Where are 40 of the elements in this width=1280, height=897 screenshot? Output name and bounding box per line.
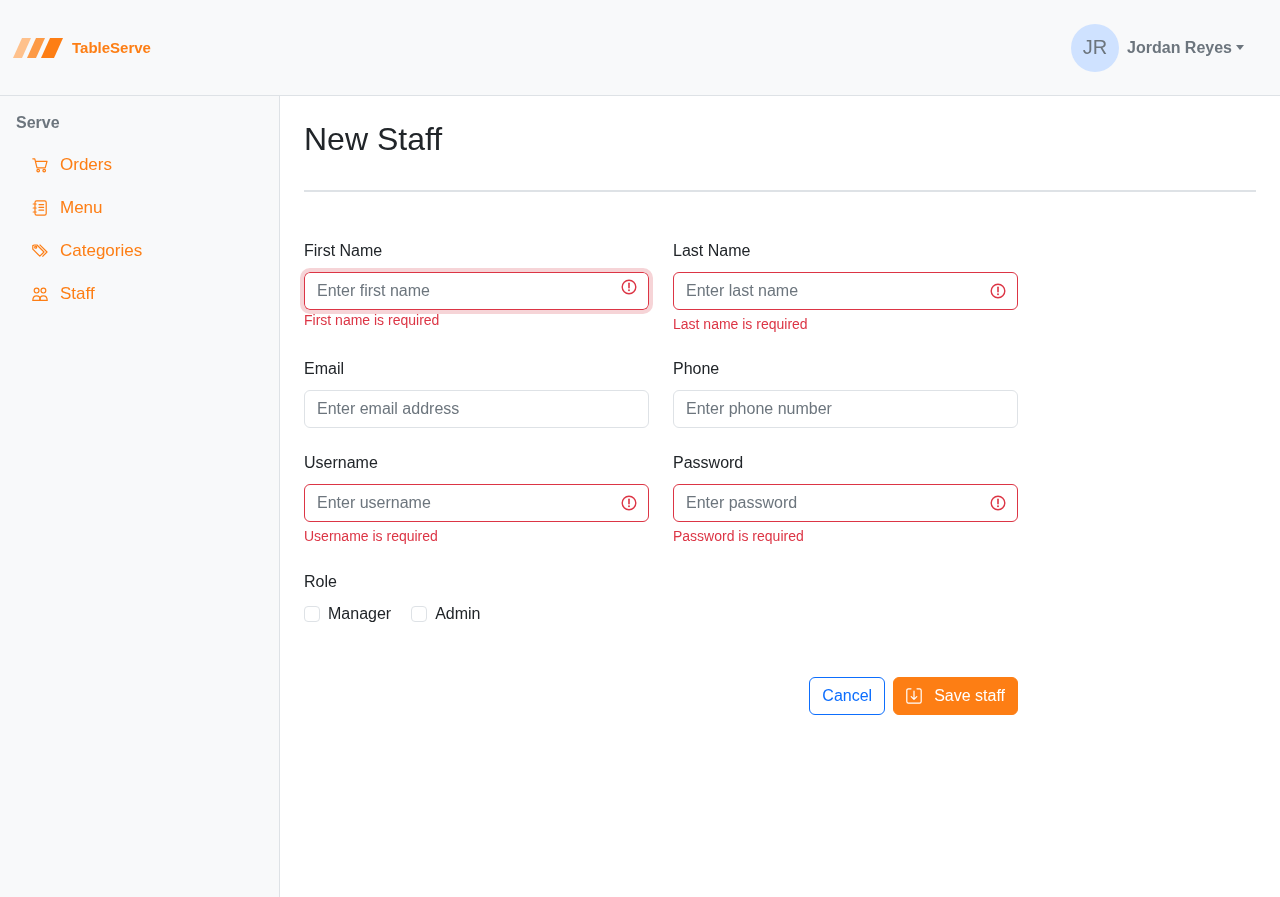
alert-icon xyxy=(621,495,637,511)
page-title: New Staff xyxy=(304,120,444,158)
user-menu-button[interactable]: Jordan Reyes xyxy=(1127,34,1244,61)
sidebar-heading: Serve xyxy=(16,113,60,133)
alert-icon xyxy=(621,279,637,295)
checkbox[interactable] xyxy=(304,606,320,622)
cancel-button[interactable]: Cancel xyxy=(809,677,886,715)
field-label: Password xyxy=(673,453,745,473)
caret-icon xyxy=(1236,45,1244,50)
input-field[interactable]: Enter password xyxy=(673,484,1018,522)
checkbox[interactable] xyxy=(411,606,428,622)
avatar: JR xyxy=(1071,23,1120,72)
sidebar-link[interactable]: Categories xyxy=(32,229,143,272)
sidebar-link[interactable]: Staff xyxy=(32,272,95,315)
logo-icon xyxy=(13,37,63,58)
alert-icon xyxy=(990,283,1006,299)
error-message: Last name is required xyxy=(673,315,809,334)
error-message: Username is required xyxy=(304,527,439,546)
field-label: Username xyxy=(304,453,379,473)
field-label: First Name xyxy=(304,241,384,261)
alert-icon xyxy=(990,495,1006,511)
input-field[interactable]: Enter last name xyxy=(673,272,1018,310)
field-label: Last Name xyxy=(673,241,752,261)
brand-name: TableServe xyxy=(72,39,151,56)
error-message: First name is required xyxy=(304,311,441,330)
error-message: Password is required xyxy=(673,527,805,546)
sidebar-link[interactable]: Orders xyxy=(32,143,112,186)
cart-icon xyxy=(32,156,48,173)
download-box-icon xyxy=(906,688,923,704)
sidebar-link[interactable]: Menu xyxy=(32,186,103,229)
tags-icon xyxy=(32,242,48,259)
save-button[interactable]: Save staff xyxy=(893,677,1018,715)
notebook-icon xyxy=(32,199,48,216)
field-label: Phone xyxy=(673,359,721,379)
checkbox-label: Admin xyxy=(435,605,481,623)
field-label: Role xyxy=(304,572,338,592)
input-field[interactable]: Enter username xyxy=(304,484,649,522)
field-label: Email xyxy=(304,359,345,379)
people-icon xyxy=(32,285,48,302)
checkbox-label: Manager xyxy=(328,605,392,623)
